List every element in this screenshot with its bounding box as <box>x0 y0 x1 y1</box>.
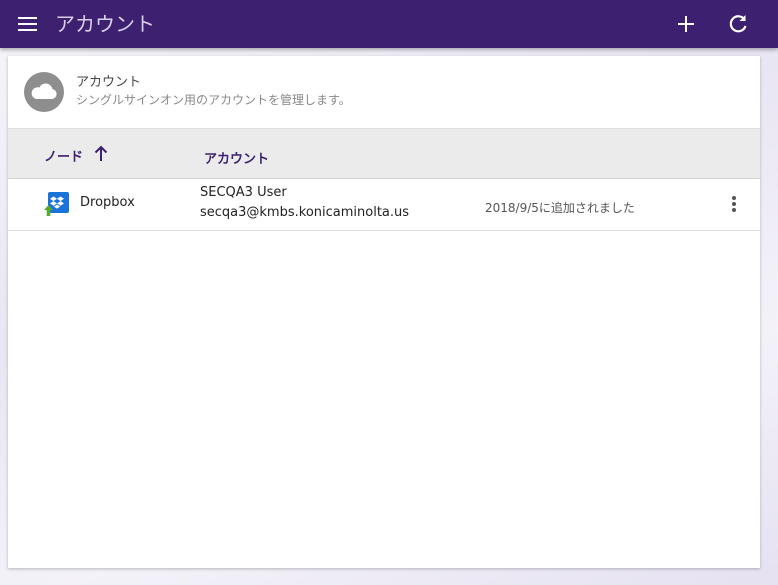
arrow-up-icon[interactable] <box>93 145 109 163</box>
refresh-icon <box>729 15 747 33</box>
table-row[interactable]: Dropbox SECQA3 User secqa3@kmbs.konicami… <box>8 178 760 231</box>
added-date: 2018/9/5に追加されました <box>485 201 635 215</box>
page-title: アカウント <box>55 12 155 36</box>
node-name: Dropbox <box>80 195 135 210</box>
app-bar: アカウント <box>0 0 778 48</box>
table-header: ノード アカウント <box>8 128 760 179</box>
more-vert-icon <box>732 196 736 212</box>
section-title: アカウント <box>76 75 142 90</box>
accounts-header: アカウント シングルサインオン用のアカウントを管理します。 <box>8 56 760 128</box>
account-email: secqa3@kmbs.konicaminolta.us <box>200 205 410 220</box>
column-header-node[interactable]: ノード <box>44 146 83 165</box>
section-subtitle: シングルサインオン用のアカウントを管理します。 <box>76 93 351 107</box>
cloud-icon <box>31 83 57 99</box>
menu-icon <box>18 17 37 19</box>
add-button[interactable] <box>672 10 700 38</box>
refresh-button[interactable] <box>724 10 752 38</box>
menu-button[interactable] <box>14 10 42 38</box>
account-user-name: SECQA3 User <box>200 185 287 200</box>
accounts-panel: アカウント シングルサインオン用のアカウントを管理します。 ノード アカウント … <box>8 56 760 568</box>
more-options-button[interactable] <box>724 192 744 216</box>
avatar <box>24 72 64 112</box>
menu-icon-bar <box>18 29 37 31</box>
plus-icon <box>678 16 694 32</box>
dropbox-icon <box>44 192 70 218</box>
menu-icon-bar <box>18 23 37 25</box>
column-header-account[interactable]: アカウント <box>204 148 269 167</box>
